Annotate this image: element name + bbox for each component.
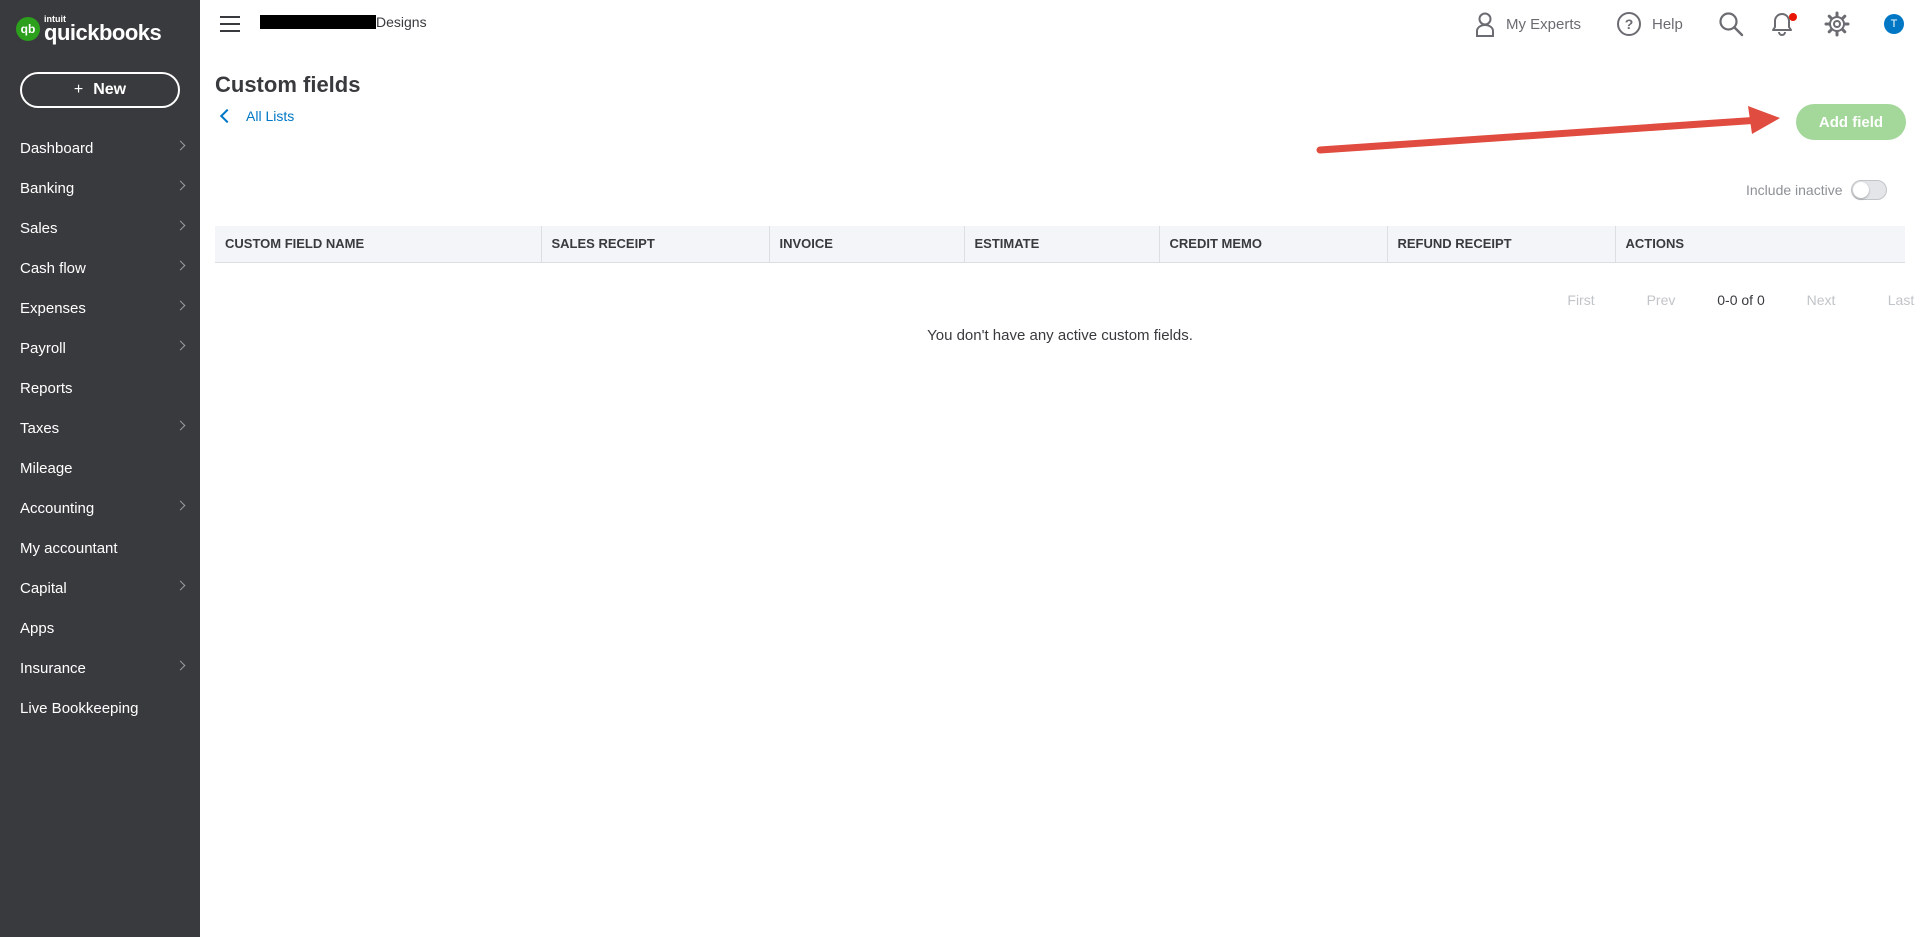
sidebar-item-label: Cash flow: [20, 259, 86, 277]
chevron-right-icon: [175, 140, 186, 151]
sidebar-item-insurance[interactable]: Insurance: [0, 648, 200, 688]
sidebar-item-mileage[interactable]: Mileage: [0, 448, 200, 488]
chevron-right-icon: [175, 300, 186, 311]
sidebar-item-reports[interactable]: Reports: [0, 368, 200, 408]
help-label: Help: [1652, 15, 1683, 33]
sidebar-item-payroll[interactable]: Payroll: [0, 328, 200, 368]
chevron-right-icon: [175, 580, 186, 591]
pager-count: 0-0 of 0: [1717, 292, 1765, 308]
menu-icon[interactable]: [220, 16, 240, 32]
sidebar-item-banking[interactable]: Banking: [0, 168, 200, 208]
include-inactive-toggle[interactable]: [1850, 180, 1887, 200]
sidebar-item-label: Apps: [20, 619, 55, 637]
gear-icon: [1824, 11, 1850, 37]
sidebar-item-capital[interactable]: Capital: [0, 568, 200, 608]
sidebar-item-label: My accountant: [20, 539, 118, 557]
quickbooks-logo[interactable]: qb intuit quickbooks: [16, 14, 162, 45]
chevron-right-icon: [175, 180, 186, 191]
my-experts-button[interactable]: My Experts: [1474, 10, 1581, 38]
sidebar-item-live-bookkeeping[interactable]: Live Bookkeeping: [0, 688, 200, 728]
pager-first[interactable]: First: [1541, 292, 1621, 308]
search-button[interactable]: [1718, 10, 1744, 38]
sidebar-item-cash-flow[interactable]: Cash flow: [0, 248, 200, 288]
sidebar-item-label: Capital: [20, 579, 67, 597]
sidebar-item-taxes[interactable]: Taxes: [0, 408, 200, 448]
sidebar-item-label: Insurance: [20, 659, 86, 677]
include-inactive-control[interactable]: Include inactive: [1746, 180, 1887, 200]
column-header-invoice[interactable]: INVOICE: [769, 226, 965, 263]
column-header-actions: ACTIONS: [1615, 226, 1905, 263]
column-header-estimate[interactable]: ESTIMATE: [964, 226, 1160, 263]
column-header-credit-memo[interactable]: CREDIT MEMO: [1159, 226, 1388, 263]
sidebar-item-label: Accounting: [20, 499, 95, 517]
chevron-right-icon: [175, 660, 186, 671]
sidebar-item-expenses[interactable]: Expenses: [0, 288, 200, 328]
add-field-button[interactable]: Add field: [1796, 104, 1906, 140]
include-inactive-label: Include inactive: [1746, 182, 1843, 198]
sidebar-item-label: Dashboard: [20, 139, 94, 157]
help-icon: ?: [1617, 12, 1641, 36]
chevron-right-icon: [175, 500, 186, 511]
notification-dot: [1789, 13, 1797, 21]
sidebar-item-label: Banking: [20, 179, 75, 197]
pagination: First Prev 0-0 of 0 Next Last: [1541, 292, 1920, 308]
company-name: Designs: [260, 14, 427, 30]
new-button[interactable]: + New: [20, 72, 180, 108]
column-header-sales-receipt[interactable]: SALES RECEIPT: [541, 226, 770, 263]
settings-button[interactable]: [1824, 10, 1850, 38]
redacted-company-prefix: [260, 15, 376, 29]
chevron-right-icon: [175, 340, 186, 351]
all-lists-label: All Lists: [246, 108, 295, 124]
sidebar-item-label: Mileage: [20, 459, 73, 477]
company-name-suffix: Designs: [376, 14, 427, 30]
sidebar-item-my-accountant[interactable]: My accountant: [0, 528, 200, 568]
custom-fields-table: CUSTOM FIELD NAME SALES RECEIPT INVOICE EST…: [215, 226, 1905, 263]
sidebar-item-sales[interactable]: Sales: [0, 208, 200, 248]
pager-last[interactable]: Last: [1861, 292, 1920, 308]
pager-prev[interactable]: Prev: [1621, 292, 1701, 308]
qb-logo-icon: qb: [16, 17, 40, 41]
sidebar-item-accounting[interactable]: Accounting: [0, 488, 200, 528]
column-header-custom-field-name[interactable]: CUSTOM FIELD NAME: [215, 226, 542, 263]
sidebar: qb intuit quickbooks + New Dashboard Bank…: [0, 0, 200, 937]
logo-quickbooks-text: quickbooks: [44, 19, 162, 45]
page-title: Custom fields: [215, 72, 361, 97]
sidebar-item-label: Taxes: [20, 419, 60, 437]
column-header-refund-receipt[interactable]: REFUND RECEIPT: [1387, 226, 1616, 263]
search-icon: [1719, 12, 1744, 37]
sidebar-item-apps[interactable]: Apps: [0, 608, 200, 648]
sidebar-item-dashboard[interactable]: Dashboard: [0, 128, 200, 168]
red-annotation-arrow-icon: [1316, 106, 1780, 154]
svg-text:?: ?: [1625, 16, 1634, 32]
notifications-button[interactable]: [1771, 10, 1797, 38]
new-button-label: New: [93, 81, 127, 98]
chevron-left-icon: [219, 108, 235, 124]
help-button[interactable]: ? Help: [1616, 10, 1683, 38]
expert-person-icon: [1476, 12, 1494, 37]
sidebar-item-label: Live Bookkeeping: [20, 699, 139, 717]
sidebar-item-label: Reports: [20, 379, 73, 397]
chevron-right-icon: [175, 420, 186, 431]
chevron-right-icon: [175, 220, 186, 231]
chevron-right-icon: [175, 260, 186, 271]
sidebar-item-label: Expenses: [20, 299, 86, 317]
table-header-row: CUSTOM FIELD NAME SALES RECEIPT INVOICE EST…: [215, 226, 1905, 263]
avatar[interactable]: T: [1884, 14, 1904, 34]
all-lists-link[interactable]: All Lists: [219, 108, 295, 124]
sidebar-nav: Dashboard Banking Sales Cash flow Expenses Pa…: [0, 128, 200, 728]
sidebar-item-label: Sales: [20, 219, 58, 237]
pager-next[interactable]: Next: [1781, 292, 1861, 308]
my-experts-label: My Experts: [1506, 15, 1582, 33]
sidebar-item-label: Payroll: [20, 339, 66, 357]
plus-icon: +: [73, 81, 84, 98]
empty-state-message: You don't have any active custom fields.: [927, 327, 1193, 344]
